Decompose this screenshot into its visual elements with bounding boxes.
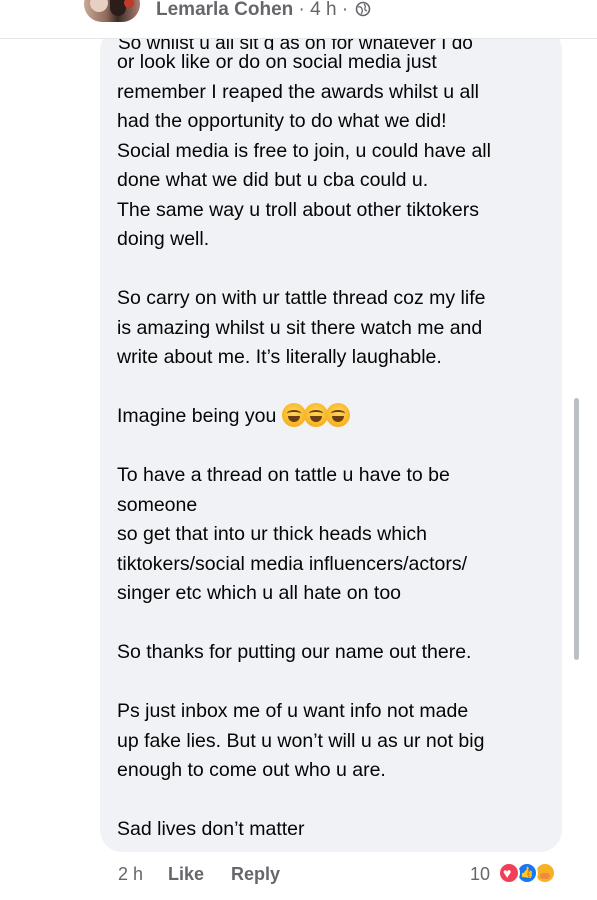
comment-line: so get that into ur thick heads which	[117, 520, 547, 550]
comment-line: tiktokers/social media influencers/actor…	[117, 550, 547, 580]
comment-line-text: Social media is free to join, u could ha…	[117, 139, 491, 162]
comment-line-text: or look like or do on social media just	[117, 51, 437, 73]
comment-line-text: singer etc which u all hate on too	[117, 582, 402, 604]
comment-line: So thanks for putting our name out there…	[117, 638, 547, 668]
laughing-tears-emoji-icon	[326, 403, 351, 427]
love-icon	[498, 862, 520, 884]
comment-line: someone	[117, 491, 547, 521]
comment-time[interactable]: 2 h	[118, 862, 143, 886]
comment-line-text: someone	[117, 493, 198, 516]
laughing-tears-emoji-icon	[304, 403, 329, 427]
comment-line: enough to come out who u are.	[117, 756, 547, 786]
comment-line: Sad lives don’t matter	[117, 815, 547, 845]
comment-line-text: doing well.	[117, 228, 210, 250]
comment-footer: 2 h Like Reply 10	[118, 862, 568, 886]
comment-line-text: write about me. It’s literally laughable…	[117, 346, 442, 368]
reply-button[interactable]: Reply	[231, 862, 280, 886]
comment-line-text: Ps just inbox me of u want info not made	[117, 700, 469, 722]
comment-line: Ps just inbox me of u want info not made	[117, 697, 547, 727]
comment-line: doing well.	[117, 225, 547, 255]
comment-line: is amazing whilst u sit there watch me a…	[117, 314, 547, 344]
comment-bubble: So whilst u all sit g as on for whatever…	[100, 28, 562, 852]
comment-line: Social media is free to join, u could ha…	[117, 137, 547, 167]
scrollbar[interactable]	[574, 398, 579, 660]
comment-line-text: is amazing whilst u sit there watch me a…	[117, 316, 483, 339]
comment-line-text: so get that into ur thick heads which	[117, 523, 428, 545]
comment-line: write about me. It’s literally laughable…	[117, 343, 547, 373]
reaction-count: 10	[470, 864, 491, 884]
comment-line: singer etc which u all hate on too	[117, 579, 547, 609]
comment-line: Imagine being you	[117, 402, 547, 432]
comment-line: remember I reaped the awards whilst u al…	[117, 78, 547, 108]
comment-line-text: up fake lies. But u won’t will u as ur n…	[117, 729, 485, 752]
comment-line: So carry on with ur tattle thread coz my…	[117, 284, 547, 314]
avatar[interactable]	[84, 0, 140, 22]
comment-line: The same way u troll about other tiktoke…	[117, 196, 547, 226]
comment-line-text: enough to come out who u are.	[117, 759, 386, 781]
author-name[interactable]: Lemarla Cohen	[156, 0, 293, 20]
comment-line: done what we did but u cba could u.	[117, 166, 547, 196]
comment-text: or look like or do on social media just r…	[117, 48, 547, 845]
author-line: Lemarla Cohen · 4 h ·	[156, 0, 371, 20]
comment-line-text: So carry on with ur tattle thread coz my…	[117, 287, 486, 309]
comment-line-text: tiktokers/social media influencers/actor…	[117, 552, 468, 575]
comment-line-text: Imagine being you	[117, 405, 277, 427]
like-button[interactable]: Like	[168, 862, 204, 886]
comment-line: or look like or do on social media just	[117, 48, 547, 78]
comment-line-text: To have a thread on tattle u have to be	[117, 464, 450, 486]
comment-line-text: The same way u troll about other tiktoke…	[117, 198, 479, 221]
laughing-tears-emoji-icon	[282, 403, 307, 427]
comment-line: had the opportunity to do what we did!	[117, 107, 547, 137]
comment-line-text: had the opportunity to do what we did!	[117, 110, 447, 132]
comment-line-text: So thanks for putting our name out there…	[117, 641, 472, 663]
post-meta: · 4 h ·	[293, 0, 354, 20]
comment-line-text: Sad lives don’t matter	[117, 818, 305, 840]
comment-line: up fake lies. But u won’t will u as ur n…	[117, 727, 547, 757]
comment-line-text: done what we did but u cba could u.	[117, 169, 429, 191]
comment-header: Lemarla Cohen · 4 h ·	[0, 0, 597, 39]
globe-icon	[356, 1, 371, 17]
comment-line-text: remember I reaped the awards whilst u al…	[117, 80, 479, 103]
comment-line: To have a thread on tattle u have to be	[117, 461, 547, 491]
